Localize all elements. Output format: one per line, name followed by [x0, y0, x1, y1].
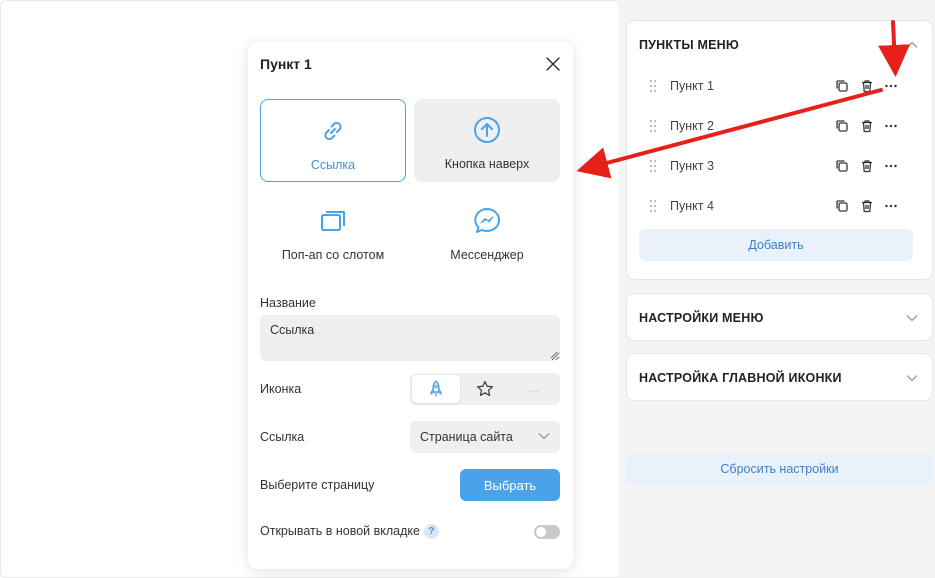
new-tab-row: Открывать в новой вкладке?: [260, 524, 439, 540]
icon-label: Иконка: [260, 382, 302, 396]
popup-windows-icon: [321, 211, 345, 231]
trash-icon[interactable]: [860, 199, 874, 213]
reset-settings-button[interactable]: Сбросить настройки: [626, 453, 933, 485]
menu-items-section: ПУНКТЫ МЕНЮ Пункт 1 Пункт 2 Пункт 3 Пунк…: [626, 20, 933, 280]
icon-option-star[interactable]: [461, 375, 509, 403]
link-label: Ссылка: [260, 430, 305, 444]
type-option-label: Поп-ап со слотом: [281, 248, 385, 262]
settings-panel: ПУНКТЫ МЕНЮ Пункт 1 Пункт 2 Пункт 3 Пунк…: [618, 0, 935, 578]
copy-icon[interactable]: [835, 119, 849, 133]
new-tab-toggle[interactable]: [534, 525, 560, 539]
chevron-down-icon[interactable]: [906, 374, 918, 382]
menu-item-label: Пункт 1: [670, 79, 714, 93]
messenger-icon: [474, 208, 500, 233]
type-option-link[interactable]: Ссылка: [260, 99, 406, 182]
add-item-button[interactable]: Добавить: [639, 229, 913, 261]
menu-item-label: Пункт 3: [670, 159, 714, 173]
drag-handle-icon[interactable]: [649, 199, 657, 213]
type-option-scroll-top[interactable]: Кнопка наверх: [414, 99, 560, 182]
copy-icon[interactable]: [835, 199, 849, 213]
resize-grip-icon[interactable]: [550, 351, 558, 359]
menu-settings-title: НАСТРОЙКИ МЕНЮ: [639, 311, 764, 325]
arrow-up-circle-icon: [474, 117, 500, 143]
chevron-down-icon: [538, 433, 550, 440]
copy-icon[interactable]: [835, 79, 849, 93]
new-tab-label: Открывать в новой вкладке: [260, 524, 420, 538]
type-option-label: Кнопка наверх: [444, 157, 530, 171]
help-icon[interactable]: ?: [423, 524, 439, 540]
more-icon[interactable]: [884, 79, 898, 93]
trash-icon[interactable]: [860, 119, 874, 133]
type-option-messenger[interactable]: Мессенджер: [414, 190, 560, 273]
type-option-label: Мессенджер: [450, 248, 524, 262]
menu-item-row-1[interactable]: Пункт 1: [637, 71, 924, 101]
name-input[interactable]: Ссылка: [260, 315, 560, 361]
rocket-icon: [430, 380, 442, 397]
popup-title: Пункт 1: [260, 56, 312, 72]
menu-item-row-2[interactable]: Пункт 2: [637, 111, 924, 141]
copy-icon[interactable]: [835, 159, 849, 173]
icon-selector: ...: [410, 373, 560, 405]
link-type-select[interactable]: Страница сайта: [410, 421, 560, 453]
star-icon: [476, 380, 494, 397]
menu-item-label: Пункт 4: [670, 199, 714, 213]
menu-item-popup: Пункт 1 Ссылка Кнопка наверх Поп-ап со с…: [248, 42, 573, 569]
link-icon: [324, 121, 342, 141]
more-icon[interactable]: [884, 159, 898, 173]
drag-handle-icon[interactable]: [649, 159, 657, 173]
icon-option-rocket[interactable]: [412, 375, 460, 403]
name-label: Название: [260, 296, 316, 310]
menu-item-row-4[interactable]: Пункт 4: [637, 191, 924, 221]
main-icon-title: НАСТРОЙКА ГЛАВНОЙ ИКОНКИ: [639, 371, 842, 385]
trash-icon[interactable]: [860, 159, 874, 173]
toggle-knob: [536, 527, 546, 537]
type-option-label: Ссылка: [310, 158, 356, 172]
drag-handle-icon[interactable]: [649, 79, 657, 93]
menu-items-title: ПУНКТЫ МЕНЮ: [639, 38, 739, 52]
menu-item-label: Пункт 2: [670, 119, 714, 133]
drag-handle-icon[interactable]: [649, 119, 657, 133]
close-icon[interactable]: [545, 56, 561, 72]
menu-item-row-3[interactable]: Пункт 3: [637, 151, 924, 181]
main-icon-section[interactable]: НАСТРОЙКА ГЛАВНОЙ ИКОНКИ: [626, 353, 933, 401]
icon-option-more[interactable]: ...: [510, 375, 558, 403]
more-icon[interactable]: [884, 199, 898, 213]
more-icon[interactable]: [884, 119, 898, 133]
menu-settings-section[interactable]: НАСТРОЙКИ МЕНЮ: [626, 293, 933, 341]
page-label: Выберите страницу: [260, 478, 375, 492]
type-option-popup-slot[interactable]: Поп-ап со слотом: [260, 190, 406, 273]
choose-page-button[interactable]: Выбрать: [460, 469, 560, 501]
chevron-up-icon[interactable]: [906, 41, 918, 49]
trash-icon[interactable]: [860, 79, 874, 93]
link-type-value: Страница сайта: [420, 430, 513, 444]
chevron-down-icon[interactable]: [906, 314, 918, 322]
